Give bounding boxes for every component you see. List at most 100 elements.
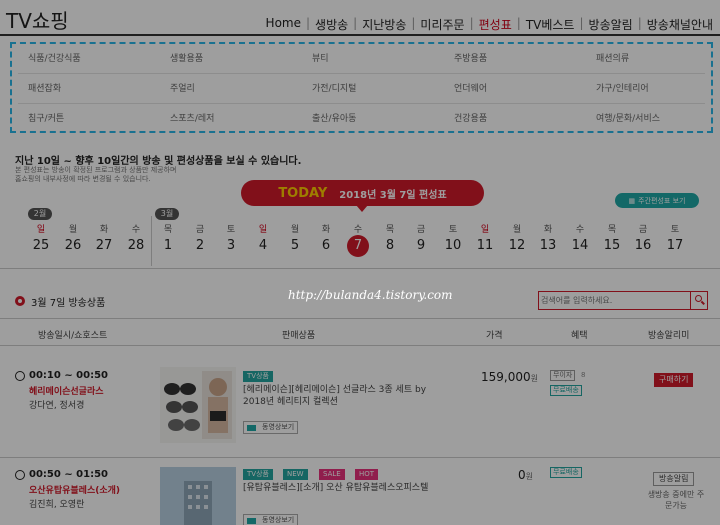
calendar-day[interactable]: 12 bbox=[502, 238, 532, 253]
product-thumbnail[interactable] bbox=[160, 367, 236, 443]
calendar-day[interactable]: 13 bbox=[533, 238, 563, 253]
weekly-schedule-label: 주간편성표 보기 bbox=[638, 196, 686, 205]
video-camera-icon bbox=[247, 425, 256, 431]
tag-tv-product: TV상품 bbox=[243, 469, 273, 480]
video-button[interactable]: 동영상보기 bbox=[243, 421, 299, 434]
calendar-day[interactable]: 4 bbox=[248, 238, 278, 253]
category-bedding[interactable]: 침구/커튼 bbox=[28, 111, 64, 124]
category-travel[interactable]: 여행/문화/서비스 bbox=[596, 111, 660, 124]
search-icon-handle bbox=[701, 300, 705, 305]
product-price: 0원 bbox=[518, 468, 533, 482]
today-date: 2018년 3월 7일 편성표 bbox=[339, 189, 447, 201]
section-title: 3월 7일 방송상품 bbox=[31, 298, 106, 309]
divider bbox=[18, 73, 705, 74]
buy-button[interactable]: 구매하기 bbox=[654, 373, 694, 387]
calendar-weekday: 화 bbox=[321, 225, 331, 235]
calendar-day-selected[interactable]: 7 bbox=[343, 238, 373, 253]
category-electronics[interactable]: 가전/디지털 bbox=[312, 81, 356, 94]
month-badge: 2월 bbox=[28, 208, 52, 220]
search-input[interactable] bbox=[541, 293, 689, 308]
category-underwear[interactable]: 언더웨어 bbox=[454, 81, 487, 94]
calendar-day[interactable]: 17 bbox=[660, 238, 690, 253]
tag-hot: HOT bbox=[355, 469, 379, 480]
calendar-day[interactable]: 8 bbox=[375, 238, 405, 253]
calendar-day[interactable]: 10 bbox=[438, 238, 468, 253]
category-baby[interactable]: 출산/유아동 bbox=[312, 111, 356, 124]
category-food[interactable]: 식품/건강식품 bbox=[28, 51, 81, 64]
calendar-weekday: 일 bbox=[36, 225, 46, 235]
nav-channel-info[interactable]: 방송채널안내 bbox=[642, 16, 718, 33]
video-label: 동영상보기 bbox=[262, 423, 295, 431]
calendar-day[interactable]: 1 bbox=[153, 238, 183, 253]
calendar-weekday: 목 bbox=[607, 225, 617, 235]
product-thumbnail[interactable] bbox=[160, 467, 236, 525]
note-line: 본 편성표는 방송이 확정된 프로그램과 상품만 제공하며 bbox=[15, 166, 177, 174]
category-kitchen[interactable]: 주방용품 bbox=[454, 51, 487, 64]
product-title-link[interactable]: [유탑유블레스][소개] 오산 유탑유블레스오피스텔 bbox=[243, 482, 483, 494]
show-hosts: 김진희, 오영란 bbox=[29, 500, 85, 510]
benefit-badge: 무이자 bbox=[550, 370, 576, 381]
calendar-weekday: 수 bbox=[575, 225, 585, 235]
grid-icon: ▦ bbox=[628, 196, 636, 205]
nav-home[interactable]: Home bbox=[261, 16, 306, 33]
today-label: TODAY bbox=[278, 185, 328, 201]
nav-tv-best[interactable]: TV베스트 bbox=[521, 16, 580, 33]
video-button[interactable]: 동영상보기 bbox=[243, 514, 299, 525]
top-bar: TV쇼핑 Home | 생방송 | 지난방송 | 미리주문 | 편성표 | TV베스트 | … bbox=[0, 0, 720, 36]
col-header-product: 판매상품 bbox=[282, 331, 316, 341]
category-furniture[interactable]: 가구/인테리어 bbox=[596, 81, 649, 94]
category-fashion[interactable]: 패션의류 bbox=[596, 51, 629, 64]
calendar-day[interactable]: 26 bbox=[58, 238, 88, 253]
building-image bbox=[160, 467, 236, 525]
calendar-weekday: 화 bbox=[99, 225, 109, 235]
nav-past[interactable]: 지난방송 bbox=[357, 16, 411, 33]
category-menu: 식품/건강식품 생활용품 뷰티 주방용품 패션의류 패션잡화 주얼리 가전/디지… bbox=[10, 42, 713, 133]
calendar-day[interactable]: 14 bbox=[565, 238, 595, 253]
category-living[interactable]: 생활용품 bbox=[170, 51, 203, 64]
calendar-day[interactable]: 27 bbox=[89, 238, 119, 253]
nav-schedule[interactable]: 편성표 bbox=[474, 16, 517, 33]
calendar-day[interactable]: 28 bbox=[121, 238, 151, 253]
show-name-link[interactable]: 헤리메이슨선글라스 bbox=[29, 384, 104, 397]
calendar-day[interactable]: 5 bbox=[280, 238, 310, 253]
show-name-link[interactable]: 오산유탑유블레스(소개) bbox=[29, 483, 120, 496]
calendar-weekday: 수 bbox=[353, 225, 363, 235]
calendar-day[interactable]: 16 bbox=[628, 238, 658, 253]
broadcast-time: 00:10 ~ 00:50 bbox=[29, 370, 109, 381]
category-jewelry[interactable]: 주얼리 bbox=[170, 81, 195, 94]
calendar-day[interactable]: 6 bbox=[311, 238, 341, 253]
table-row: 00:50 ~ 01:50 오산유탑유블레스(소개) 김진희, 오영란 TV상품… bbox=[0, 458, 720, 525]
nav-live[interactable]: 생방송 bbox=[310, 16, 353, 33]
schedule-headline: 지난 10일 ~ 향후 10일간의 방송 및 편성상품을 보실 수 있습니다. bbox=[15, 156, 302, 167]
video-label: 동영상보기 bbox=[262, 516, 295, 524]
section-bullet-icon bbox=[15, 296, 25, 306]
calendar-weekday: 화 bbox=[543, 225, 553, 235]
category-beauty[interactable]: 뷰티 bbox=[312, 51, 329, 64]
table-row: 00:10 ~ 00:50 헤리메이슨선글라스 강다연, 정서경 TV상품 [헤… bbox=[0, 355, 720, 458]
search-button[interactable] bbox=[690, 292, 707, 309]
calendar-day[interactable]: 25 bbox=[26, 238, 56, 253]
weekly-schedule-button[interactable]: ▦ 주간편성표 보기 bbox=[615, 193, 699, 208]
watermark: http://bulanda4.tistory.com bbox=[288, 288, 453, 302]
calendar-day[interactable]: 11 bbox=[470, 238, 500, 253]
schedule-note: 본 편성표는 방송이 확정된 프로그램과 상품만 제공하며 홈쇼핑의 내부사정에… bbox=[15, 166, 215, 184]
calendar-day[interactable]: 2 bbox=[185, 238, 215, 253]
product-title-link[interactable]: [헤리메이슨][헤리메이슨] 선글라스 3종 세트 by 2018년 헤리티지 … bbox=[243, 384, 468, 408]
broadcast-time: 00:50 ~ 01:50 bbox=[29, 469, 109, 480]
category-sports[interactable]: 스포츠/레저 bbox=[170, 111, 214, 124]
today-pointer bbox=[356, 205, 368, 212]
benefit-months: 8 bbox=[581, 371, 586, 379]
main-nav: Home | 생방송 | 지난방송 | 미리주문 | 편성표 | TV베스트 | 방송알림 |… bbox=[261, 16, 718, 33]
calendar-day[interactable]: 15 bbox=[597, 238, 627, 253]
price-unit: 원 bbox=[525, 472, 534, 481]
calendar-day[interactable]: 9 bbox=[406, 238, 436, 253]
nav-preorder[interactable]: 미리주문 bbox=[415, 16, 469, 33]
nav-alarm[interactable]: 방송알림 bbox=[584, 16, 638, 33]
category-accessories[interactable]: 패션잡화 bbox=[28, 81, 61, 94]
alarm-button[interactable]: 방송알림 bbox=[653, 472, 695, 486]
tag-sale: SALE bbox=[319, 469, 345, 480]
calendar-day[interactable]: 3 bbox=[216, 238, 246, 253]
calendar-weekday: 금 bbox=[195, 225, 205, 235]
month-badge: 3월 bbox=[155, 208, 179, 220]
category-health[interactable]: 건강용품 bbox=[454, 111, 487, 124]
